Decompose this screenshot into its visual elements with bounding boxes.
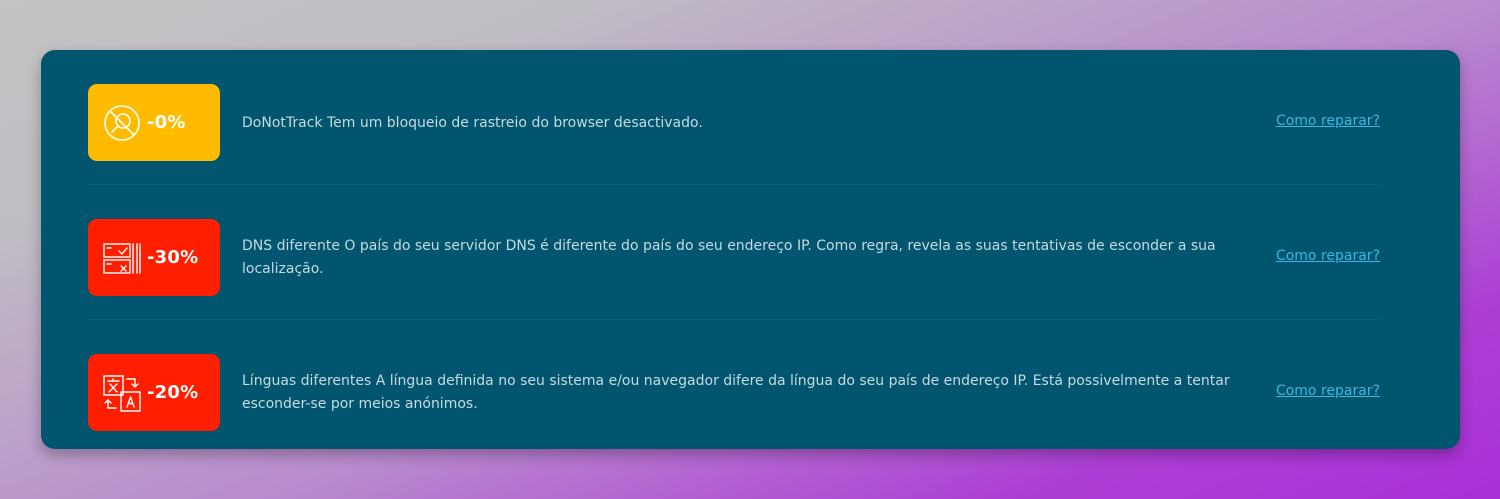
- penalty-percent: -20%: [147, 382, 199, 403]
- penalty-badge: -30%: [88, 219, 220, 296]
- dns-servers-icon: [103, 242, 141, 274]
- check-description: DNS diferente O país do seu servidor DNS…: [242, 238, 1216, 277]
- how-to-fix-link[interactable]: Como reparar?: [1276, 113, 1380, 129]
- penalty-percent: -30%: [147, 247, 199, 268]
- language-translate-icon: [103, 374, 141, 412]
- check-row-donottrack: -0% DoNotTrack Tem um bloqueio de rastre…: [88, 50, 1380, 185]
- how-to-fix-link[interactable]: Como reparar?: [1276, 383, 1380, 399]
- penalty-badge: -0%: [88, 84, 220, 161]
- how-to-fix-link[interactable]: Como reparar?: [1276, 248, 1380, 264]
- check-description: Línguas diferentes A língua definida no …: [242, 373, 1230, 412]
- penalty-badge: -20%: [88, 354, 220, 431]
- anonymity-checks-card: -0% DoNotTrack Tem um bloqueio de rastre…: [41, 50, 1460, 449]
- check-description: DoNotTrack Tem um bloqueio de rastreio d…: [242, 115, 703, 131]
- check-row-dns: -30% DNS diferente O país do seu servido…: [88, 185, 1380, 320]
- penalty-percent: -0%: [147, 112, 186, 133]
- check-row-language: -20% Línguas diferentes A língua definid…: [88, 320, 1380, 455]
- no-tracking-icon: [104, 104, 140, 141]
